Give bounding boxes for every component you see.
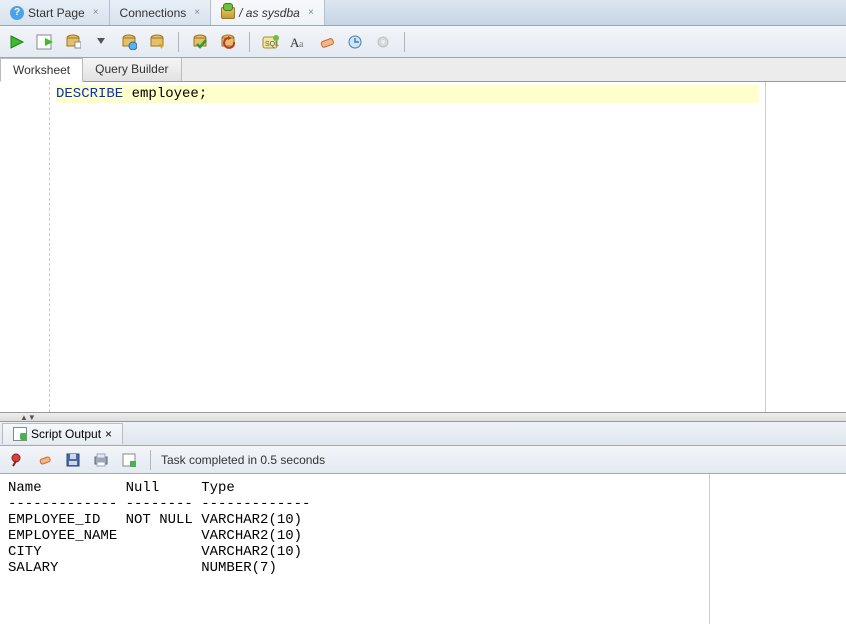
- tab-start-page[interactable]: ? Start Page ×: [0, 0, 110, 25]
- run-script-icon[interactable]: [34, 31, 56, 53]
- svg-text:a: a: [299, 39, 304, 50]
- rollback-icon[interactable]: [217, 31, 239, 53]
- worksheet-tab-strip: Worksheet Query Builder: [0, 58, 846, 82]
- to-upper-icon[interactable]: Aa: [288, 31, 310, 53]
- tab-label: Start Page: [28, 6, 85, 20]
- close-icon[interactable]: ×: [105, 427, 112, 441]
- script-output-icon: [13, 427, 27, 441]
- output-tab-strip: Script Output ×: [0, 422, 846, 446]
- tab-label: / as sysdba: [239, 6, 300, 20]
- output-text[interactable]: Name Null Type ------------- -------- --…: [0, 474, 710, 624]
- save-icon[interactable]: [62, 449, 84, 471]
- pane-splitter[interactable]: ▲▼: [0, 412, 846, 422]
- tab-worksheet[interactable]: Worksheet: [0, 58, 83, 82]
- run-icon[interactable]: [6, 31, 28, 53]
- toolbar-separator: [150, 450, 151, 470]
- tab-label: Script Output: [31, 427, 101, 441]
- print-icon[interactable]: [90, 449, 112, 471]
- dropdown-icon[interactable]: [90, 31, 112, 53]
- sql-connection-icon: [221, 6, 235, 20]
- keyword: DESCRIBE: [56, 86, 123, 102]
- output-body: Name Null Type ------------- -------- --…: [0, 474, 846, 624]
- tab-query-builder[interactable]: Query Builder: [83, 58, 181, 81]
- line-gutter: [0, 82, 50, 412]
- clear-output-icon[interactable]: [34, 449, 56, 471]
- tab-script-output[interactable]: Script Output ×: [2, 423, 123, 444]
- explain-plan-icon[interactable]: [62, 31, 84, 53]
- clear-icon[interactable]: [316, 31, 338, 53]
- autotrace-icon[interactable]: [118, 31, 140, 53]
- tab-label: Worksheet: [13, 63, 70, 77]
- unshared-sql-icon[interactable]: SQL: [260, 31, 282, 53]
- commit-icon[interactable]: [189, 31, 211, 53]
- status-message: Task completed in 0.5 seconds: [161, 453, 325, 467]
- close-icon[interactable]: ×: [93, 7, 99, 18]
- tab-label: Query Builder: [95, 62, 168, 76]
- editor-area: DESCRIBE employee;: [0, 82, 846, 412]
- main-toolbar: SQL Aa: [0, 26, 846, 58]
- help-icon: ?: [10, 6, 24, 20]
- close-icon[interactable]: ×: [308, 7, 314, 18]
- toolbar-separator: [178, 32, 179, 52]
- tab-connections[interactable]: Connections ×: [110, 0, 212, 25]
- settings-icon[interactable]: [372, 31, 394, 53]
- toolbar-separator: [404, 32, 405, 52]
- code-rest: employee;: [123, 86, 207, 102]
- close-icon[interactable]: ×: [194, 7, 200, 18]
- toolbar-separator: [249, 32, 250, 52]
- tab-session[interactable]: / as sysdba ×: [211, 0, 325, 25]
- sql-history-icon[interactable]: [344, 31, 366, 53]
- pin-icon[interactable]: [6, 449, 28, 471]
- sql-tuning-icon[interactable]: [146, 31, 168, 53]
- svg-text:SQL: SQL: [265, 41, 279, 48]
- sql-editor[interactable]: DESCRIBE employee;: [50, 82, 766, 412]
- top-tab-strip: ? Start Page × Connections × / as sysdba…: [0, 0, 846, 26]
- fetch-icon[interactable]: [118, 449, 140, 471]
- editor-line: DESCRIBE employee;: [56, 85, 759, 103]
- output-toolbar: Task completed in 0.5 seconds: [0, 446, 846, 474]
- tab-label: Connections: [120, 6, 187, 20]
